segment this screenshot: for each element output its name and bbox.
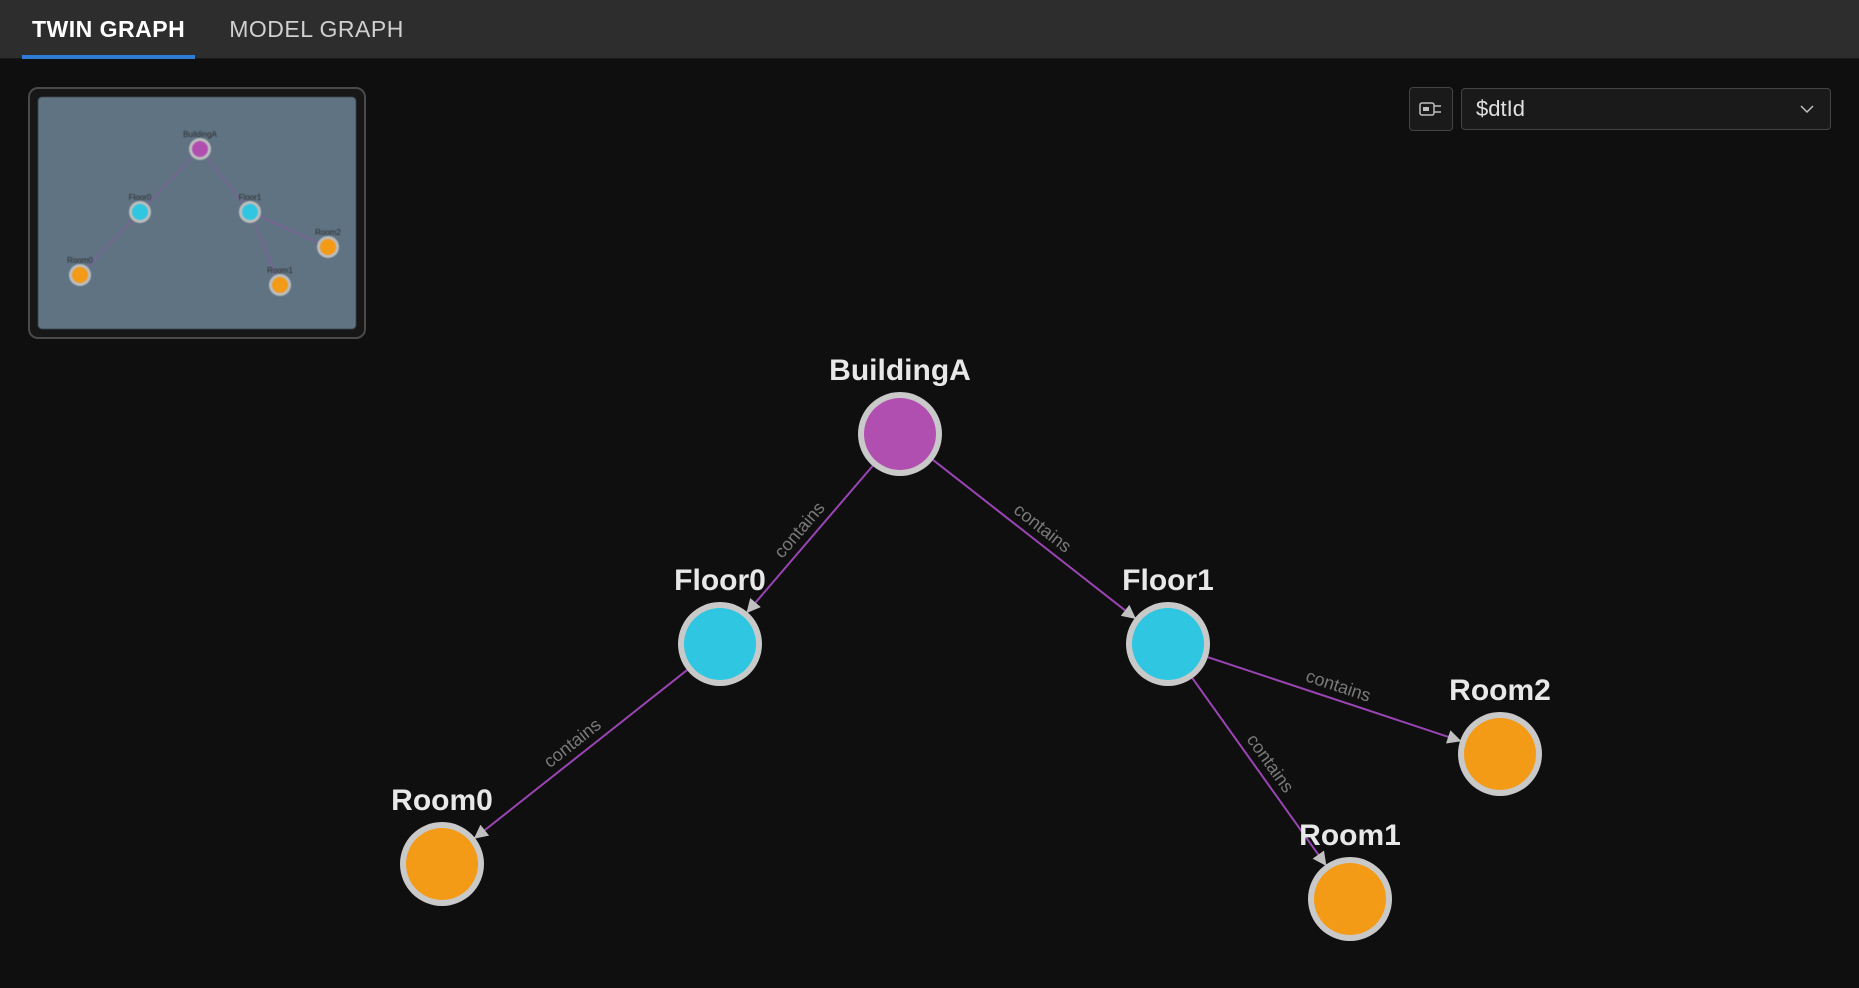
node-label: Floor0 [674, 564, 766, 597]
node-BuildingA[interactable]: BuildingA [829, 354, 971, 476]
edge-Floor0-Room0[interactable] [475, 670, 687, 838]
graph-canvas[interactable]: BuildingAFloor0Floor1Room0Room1Room2 $dt… [0, 59, 1859, 988]
edge-BuildingA-Floor1[interactable] [933, 460, 1135, 618]
edge-Floor1-Room2[interactable] [1208, 657, 1460, 741]
node-label: Room2 [1449, 674, 1551, 707]
tab-model-graph[interactable]: MODEL GRAPH [207, 0, 426, 58]
tab-bar: TWIN GRAPH MODEL GRAPH [0, 0, 1859, 59]
node-Floor0[interactable]: Floor0 [674, 564, 766, 686]
node-Room1[interactable]: Room1 [1299, 819, 1401, 941]
node-label: Room0 [391, 784, 493, 817]
edge-BuildingA-Floor0[interactable] [747, 466, 872, 612]
node-Room2[interactable]: Room2 [1449, 674, 1551, 796]
twin-graph[interactable]: containscontainscontainscontainscontains… [0, 59, 1859, 988]
node-Room0[interactable]: Room0 [391, 784, 493, 906]
node-label: Floor1 [1122, 564, 1214, 597]
node-label: Room1 [1299, 819, 1401, 852]
node-Floor1[interactable]: Floor1 [1122, 564, 1214, 686]
node-label: BuildingA [829, 354, 971, 387]
tab-twin-graph[interactable]: TWIN GRAPH [10, 0, 207, 58]
